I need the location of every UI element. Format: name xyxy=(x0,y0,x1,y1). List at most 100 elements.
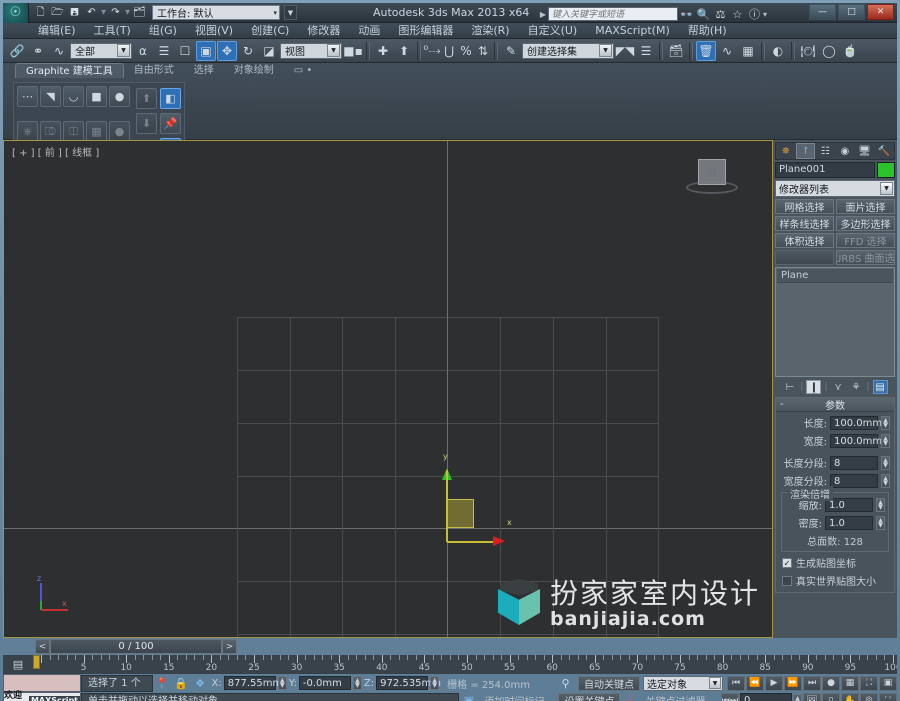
spinner-snap-icon[interactable]: ⇅ xyxy=(475,41,491,61)
edit-named-selection-icon[interactable]: ✎ xyxy=(501,41,521,61)
go-to-end-icon[interactable]: ⏭ xyxy=(803,675,821,691)
generate-topology-icon[interactable]: ⎈ xyxy=(17,121,38,142)
plane-object[interactable] xyxy=(447,499,474,528)
help-icon[interactable]: ⓘ xyxy=(746,6,763,22)
maximize-button[interactable]: □ xyxy=(838,4,865,20)
collapse-icon[interactable]: - xyxy=(780,399,784,410)
render-frame-icon[interactable]: ◯ xyxy=(819,41,839,61)
absolute-relative-toggle-icon[interactable]: ❖ xyxy=(191,677,210,690)
mesh-select-button[interactable]: 网格选择 xyxy=(775,199,834,214)
next-frame-button[interactable]: > xyxy=(222,639,237,654)
z-field[interactable]: 972.535mm xyxy=(376,676,441,690)
length-spinner[interactable]: ▲ ▼ xyxy=(881,415,890,430)
preserve-uv-icon[interactable]: ▦ xyxy=(86,121,107,142)
select-object-region-icon[interactable]: ▣ xyxy=(196,40,216,61)
frame-number-field[interactable]: 0 xyxy=(740,693,792,701)
ribbon-tab-graphite[interactable]: Graphite 建模工具 xyxy=(15,63,124,78)
binoculars-icon[interactable]: 👓 xyxy=(678,8,695,21)
save-file-icon[interactable]: 🖪 xyxy=(67,5,82,20)
max-logo-icon[interactable]: ☉ xyxy=(3,2,29,23)
selection-lock-icon[interactable]: 🔒 xyxy=(172,677,191,690)
material-editor-icon[interactable]: ◐ xyxy=(768,41,788,61)
redo-dropdown-icon[interactable]: ▾ xyxy=(125,5,130,20)
field-of-view-icon[interactable]: 🖼 xyxy=(803,693,821,701)
x-spinner[interactable]: ▲ ▼ xyxy=(277,676,287,690)
zoom-extents-icon[interactable]: ⛶ xyxy=(860,675,878,691)
timeline-ruler[interactable]: 5 10 15 20 25 30 35 40 45 50 55 60 65 70 75 80 85 90 95 100 xyxy=(33,655,897,674)
pan-view-icon[interactable]: ✋ xyxy=(841,693,859,701)
density-spinner[interactable]: ▲ ▼ xyxy=(876,515,885,530)
mirror-icon[interactable]: ◤◥ xyxy=(615,41,635,61)
x-field[interactable]: 877.55mm xyxy=(223,676,282,690)
select-and-move-icon[interactable]: ✥ xyxy=(217,40,237,61)
set-project-icon[interactable]: 🗂 xyxy=(132,5,147,20)
paint-deform-icon[interactable]: ⎅ xyxy=(63,121,84,142)
reference-coordinate-combo[interactable]: 视图 ▼ xyxy=(280,42,342,59)
spline-select-button[interactable]: 样条线选择 xyxy=(775,216,834,231)
width-segs-field[interactable]: 8 xyxy=(830,473,878,488)
element-subobject-icon[interactable]: ● xyxy=(109,86,130,107)
volume-select-button[interactable]: 体积选择 xyxy=(775,233,834,248)
play-animation-icon[interactable]: ▶ xyxy=(765,675,783,691)
key-toggle-icon[interactable]: ⚲ xyxy=(556,677,575,690)
key-mode-icon[interactable]: ● xyxy=(822,675,840,691)
menu-item-tools[interactable]: 工具(T) xyxy=(85,23,140,39)
z-spinner[interactable]: ▲ ▼ xyxy=(430,676,440,690)
previous-frame-icon[interactable]: ⏪ xyxy=(746,675,764,691)
time-configuration-icon[interactable]: ▦ xyxy=(841,675,859,691)
redo-icon[interactable]: ↷ xyxy=(108,5,123,20)
y-spinner[interactable]: ▲ ▼ xyxy=(352,676,362,690)
timeline-playhead[interactable] xyxy=(33,655,40,669)
generate-uv-row[interactable]: ✓ 生成贴图坐标 xyxy=(782,555,890,570)
density-field[interactable]: 1.0 xyxy=(825,515,873,530)
track-bar[interactable]: ▤ 5 10 15 20 25 30 35 40 45 50 55 60 65 70 75 80 85 90 95 1… xyxy=(3,655,897,674)
poly-select-button[interactable]: 多边形选择 xyxy=(836,216,895,231)
set-key-button[interactable]: 设置关键点 xyxy=(558,693,621,701)
scale-spinner[interactable]: ▲ ▼ xyxy=(876,497,885,512)
vertex-subobject-icon[interactable]: ⋯ xyxy=(17,86,38,107)
make-unique-icon[interactable]: ⋎ xyxy=(831,380,846,394)
viewcube[interactable]: 前 xyxy=(686,159,738,195)
key-filter-selector[interactable]: 选定对象 ▼ xyxy=(643,675,723,691)
show-end-result-icon[interactable]: ◧ xyxy=(160,88,181,109)
ribbon-tab-freeform[interactable]: 自由形式 xyxy=(124,63,184,78)
unlink-icon[interactable]: ⚭ xyxy=(28,41,48,61)
set-key-range-icon[interactable]: ⏮⏭ xyxy=(721,693,739,701)
border-subobject-icon[interactable]: ◡ xyxy=(63,86,84,107)
modifier-stack[interactable]: Plane xyxy=(775,267,895,377)
ribbon-tab-object-paint[interactable]: 对象绘制 xyxy=(224,63,284,78)
length-field[interactable]: 100.0mm xyxy=(830,415,882,430)
generate-uv-checkbox[interactable]: ✓ xyxy=(782,557,792,568)
pin-stack-icon[interactable]: ⊢ xyxy=(782,380,797,394)
percent-snap-icon[interactable]: % xyxy=(458,41,474,61)
new-file-icon[interactable]: 🗋 xyxy=(33,5,48,20)
length-segs-spinner[interactable]: ▲ ▼ xyxy=(881,455,890,470)
select-object-icon[interactable]: ⍺ xyxy=(133,41,153,61)
angle-snap-icon[interactable]: ⋃ xyxy=(441,41,457,61)
select-and-manipulate-icon[interactable]: ✚ xyxy=(373,41,393,61)
help-dropdown-icon[interactable]: ▾ xyxy=(763,10,769,19)
parameters-rollout-header[interactable]: - 参数 xyxy=(776,398,894,412)
collapse-stack-icon[interactable]: ⬆ xyxy=(136,88,157,109)
polygon-subobject-icon[interactable]: ■ xyxy=(86,86,107,107)
pin-icon[interactable]: 📍 xyxy=(153,677,172,690)
ribbon-options-icon[interactable]: ▭ • xyxy=(284,63,323,78)
width-segs-spinner[interactable]: ▲ ▼ xyxy=(881,473,890,488)
viewcube-compass-ring[interactable] xyxy=(686,181,738,194)
render-setup-icon[interactable]: 🍽 xyxy=(798,41,818,61)
edge-subobject-icon[interactable]: ◥ xyxy=(40,86,61,107)
configure-sets-icon[interactable]: ▤ xyxy=(872,380,888,394)
named-selection-sets-combo[interactable]: 创建选择集 ▼ xyxy=(522,42,614,59)
current-frame-display[interactable]: 0 / 100 xyxy=(50,639,222,654)
region-zoom-icon[interactable]: ▯ xyxy=(822,693,840,701)
render-production-icon[interactable]: 🍵 xyxy=(840,41,860,61)
curve-editor-icon[interactable]: ∿ xyxy=(717,41,737,61)
full-interactivity-icon[interactable]: ● xyxy=(109,121,130,142)
ribbon-tab-selection[interactable]: 选择 xyxy=(184,63,224,78)
ffd-select-button[interactable]: FFD 选择 xyxy=(836,233,895,248)
maximize-viewport-icon[interactable]: ⛶ xyxy=(879,693,897,701)
minimize-button[interactable]: — xyxy=(809,4,836,20)
select-and-scale-icon[interactable]: ◪ xyxy=(259,41,279,61)
zoom-extents-all-icon[interactable]: ▣ xyxy=(879,675,897,691)
open-file-icon[interactable]: 🗁 xyxy=(50,5,65,20)
